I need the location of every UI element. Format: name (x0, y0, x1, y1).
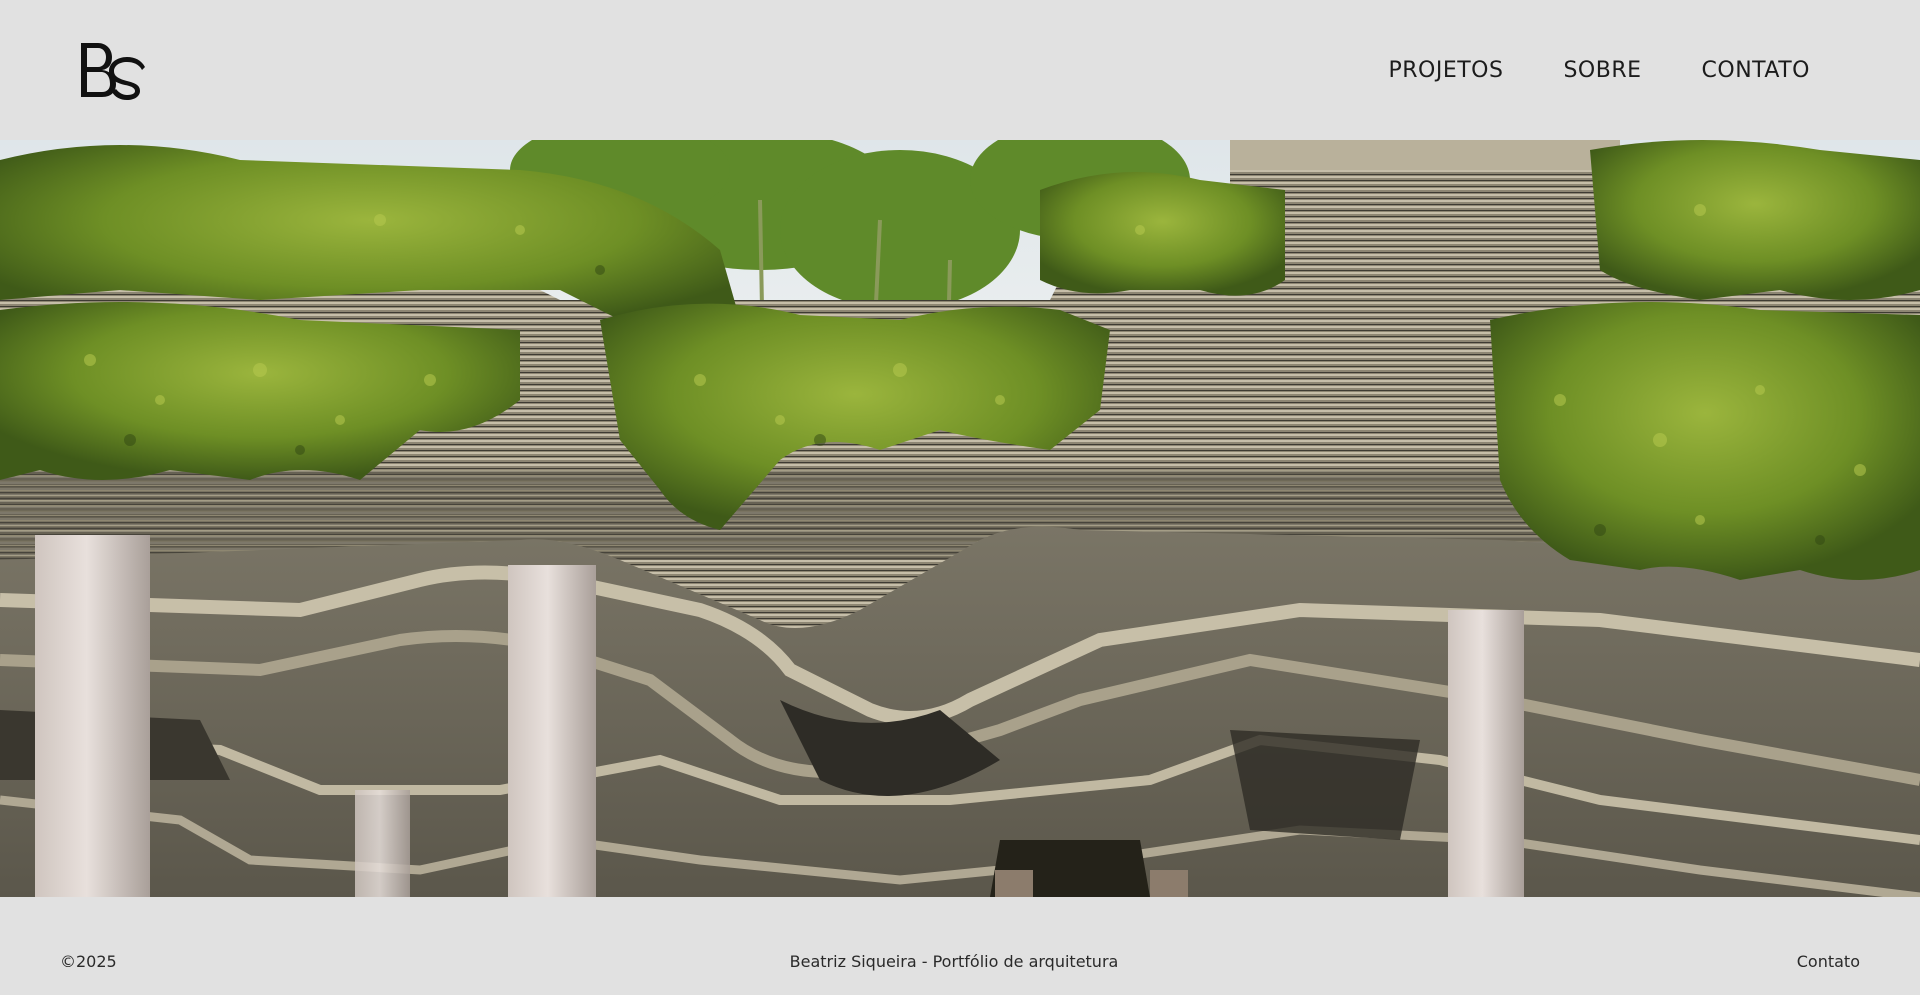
nav-contato[interactable]: CONTATO (1702, 58, 1810, 83)
footer-contact-link[interactable]: Contato (1797, 952, 1860, 971)
footer-tagline: Beatriz Siqueira - Portfólio de arquitet… (789, 952, 1119, 971)
site-header: PROJETOS SOBRE CONTATO (0, 0, 1920, 140)
hero-image (0, 140, 1920, 897)
main-nav: PROJETOS SOBRE CONTATO (1388, 0, 1810, 140)
architecture-photo (0, 140, 1920, 897)
site-footer: ©2025 Beatriz Siqueira - Portfólio de ar… (0, 897, 1920, 995)
bs-monogram-icon (81, 43, 145, 100)
nav-projetos[interactable]: PROJETOS (1388, 58, 1503, 83)
nav-sobre[interactable]: SOBRE (1563, 58, 1641, 83)
logo[interactable] (78, 40, 146, 102)
